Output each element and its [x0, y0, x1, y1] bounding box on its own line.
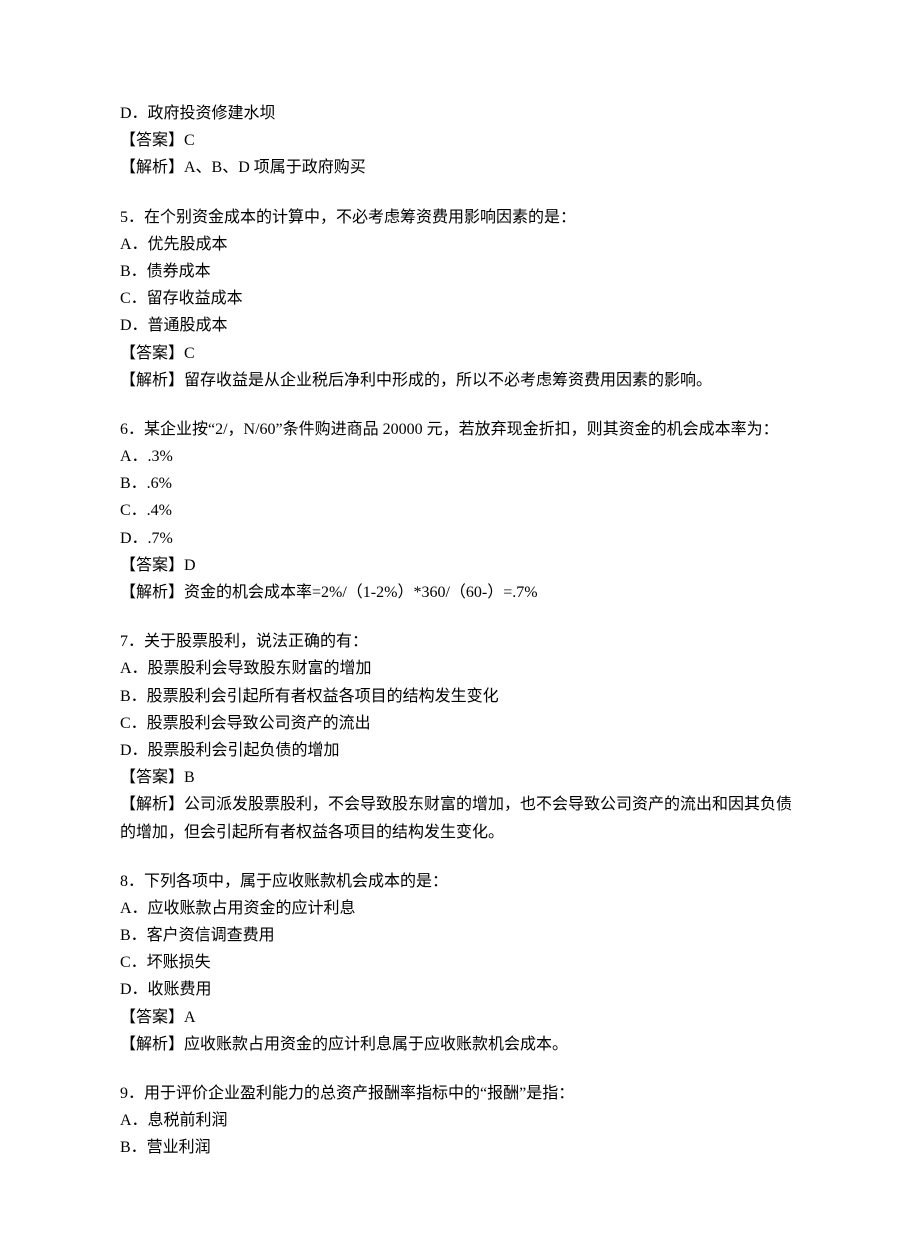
- answer-line: 【答案】B: [120, 764, 800, 791]
- question-stem: 9．用于评价企业盈利能力的总资产报酬率指标中的“报酬”是指：: [120, 1080, 800, 1107]
- question-6: 6．某企业按“2/，N/60”条件购进商品 20000 元，若放弃现金折扣，则其…: [120, 416, 800, 606]
- question-4-tail: D．政府投资修建水坝 【答案】C 【解析】A、B、D 项属于政府购买: [120, 100, 800, 182]
- answer-line: 【答案】C: [120, 340, 800, 367]
- answer-line: 【答案】C: [120, 127, 800, 154]
- option-b: B．营业利润: [120, 1134, 800, 1161]
- answer-line: 【答案】A: [120, 1004, 800, 1031]
- question-stem: 5．在个别资金成本的计算中，不必考虑筹资费用影响因素的是：: [120, 204, 800, 231]
- option-c: C．留存收益成本: [120, 285, 800, 312]
- option-b: B．债券成本: [120, 258, 800, 285]
- option-d: D．收账费用: [120, 976, 800, 1003]
- explain-line: 【解析】资金的机会成本率=2%/（1-2%）*360/（60-）=.7%: [120, 579, 800, 606]
- question-8: 8．下列各项中，属于应收账款机会成本的是： A．应收账款占用资金的应计利息 B．…: [120, 868, 800, 1058]
- question-7: 7．关于股票股利，说法正确的有： A．股票股利会导致股东财富的增加 B．股票股利…: [120, 628, 800, 846]
- option-a: A．股票股利会导致股东财富的增加: [120, 655, 800, 682]
- question-5: 5．在个别资金成本的计算中，不必考虑筹资费用影响因素的是： A．优先股成本 B．…: [120, 204, 800, 394]
- question-9: 9．用于评价企业盈利能力的总资产报酬率指标中的“报酬”是指： A．息税前利润 B…: [120, 1080, 800, 1162]
- explain-line: 【解析】留存收益是从企业税后净利中形成的，所以不必考虑筹资费用因素的影响。: [120, 367, 800, 394]
- explain-line: 【解析】应收账款占用资金的应计利息属于应收账款机会成本。: [120, 1031, 800, 1058]
- option-d: D．普通股成本: [120, 312, 800, 339]
- question-stem: 8．下列各项中，属于应收账款机会成本的是：: [120, 868, 800, 895]
- option-d: D．.7%: [120, 525, 800, 552]
- option-b: B．.6%: [120, 470, 800, 497]
- option-d: D．政府投资修建水坝: [120, 100, 800, 127]
- option-c: C．股票股利会导致公司资产的流出: [120, 710, 800, 737]
- option-a: A．应收账款占用资金的应计利息: [120, 895, 800, 922]
- explain-line: 【解析】公司派发股票股利，不会导致股东财富的增加，也不会导致公司资产的流出和因其…: [120, 791, 800, 845]
- option-d: D．股票股利会引起负债的增加: [120, 737, 800, 764]
- question-stem: 7．关于股票股利，说法正确的有：: [120, 628, 800, 655]
- option-a: A．.3%: [120, 443, 800, 470]
- option-c: C．坏账损失: [120, 949, 800, 976]
- answer-line: 【答案】D: [120, 552, 800, 579]
- option-b: B．股票股利会引起所有者权益各项目的结构发生变化: [120, 683, 800, 710]
- option-c: C．.4%: [120, 497, 800, 524]
- option-a: A．息税前利润: [120, 1107, 800, 1134]
- option-a: A．优先股成本: [120, 231, 800, 258]
- question-stem: 6．某企业按“2/，N/60”条件购进商品 20000 元，若放弃现金折扣，则其…: [120, 416, 800, 443]
- option-b: B．客户资信调查费用: [120, 922, 800, 949]
- explain-line: 【解析】A、B、D 项属于政府购买: [120, 154, 800, 181]
